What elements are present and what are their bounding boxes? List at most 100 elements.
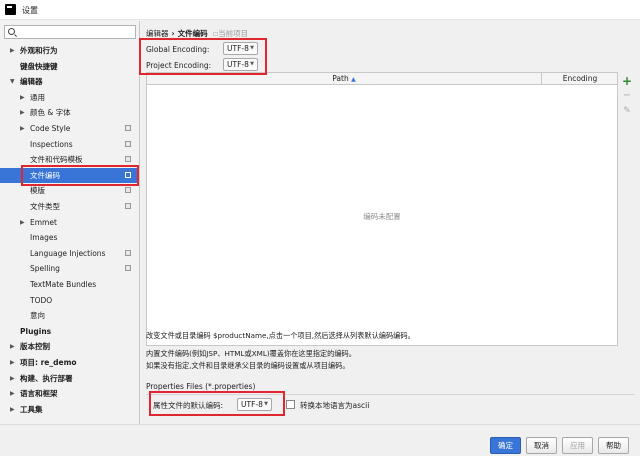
- sidebar-item[interactable]: Spelling: [0, 261, 139, 276]
- chevron-right-icon[interactable]: ▶: [10, 402, 15, 417]
- sidebar-item[interactable]: 文件类型: [0, 199, 139, 214]
- ok-button[interactable]: 确定: [490, 437, 521, 454]
- dialog-button-bar: 确定 取消 应用 帮助: [0, 424, 640, 456]
- main-panel: 编辑器 › 文件编码 ▫当前项目 Global Encoding: UTF-8 ▼ …: [141, 21, 640, 424]
- chevron-down-icon: ▼: [264, 401, 268, 407]
- chevron-right-icon[interactable]: ▶: [20, 121, 25, 136]
- global-encoding-row: Global Encoding: UTF-8 ▼: [146, 42, 276, 56]
- ascii-conversion-label[interactable]: 转换本地语言为ascii: [300, 400, 369, 411]
- sidebar-item[interactable]: Inspections: [0, 137, 139, 152]
- sidebar-item-label: Images: [30, 233, 58, 243]
- app-icon: [5, 4, 16, 15]
- properties-encoding-dropdown[interactable]: UTF-8 ▼: [237, 398, 272, 411]
- description-line-3: 如果没有指定,文件和目录继承父目录的编码设置或从项目编码。: [146, 361, 350, 370]
- project-scope-icon: [125, 265, 131, 272]
- help-button[interactable]: 帮助: [598, 437, 629, 454]
- sidebar-item-label: TextMate Bundles: [30, 280, 97, 289]
- properties-default-encoding-label: 属性文件的默认编码:: [153, 401, 224, 410]
- sidebar-item[interactable]: ▶ 颜色 & 字体: [0, 105, 139, 120]
- sidebar-item[interactable]: ▶ 通用: [0, 90, 139, 105]
- chevron-right-icon[interactable]: ▶: [10, 339, 15, 354]
- sidebar-item[interactable]: ▶ Code Style: [0, 121, 139, 136]
- project-encoding-label: Project Encoding:: [146, 61, 212, 70]
- global-encoding-dropdown[interactable]: UTF-8 ▼: [223, 42, 258, 55]
- ascii-conversion-checkbox[interactable]: [286, 400, 295, 409]
- sidebar-item[interactable]: Language Injections: [0, 246, 139, 261]
- sidebar-item-label: Code Style: [30, 124, 71, 133]
- sidebar-item[interactable]: ▼ 编辑器: [0, 74, 139, 89]
- sidebar-item-label: 文件编码: [30, 170, 60, 180]
- chevron-down-icon: ▼: [250, 61, 254, 67]
- project-scope-icon: [125, 156, 131, 163]
- sidebar-item[interactable]: 模版: [0, 183, 139, 198]
- table-header: Path ▲ Encoding: [147, 73, 617, 85]
- breadcrumb-current: 文件编码: [177, 29, 208, 38]
- sidebar-item[interactable]: ▶ Emmet: [0, 215, 139, 230]
- sidebar-item[interactable]: ▶ 工具集: [0, 402, 139, 417]
- sidebar-item-label: 通用: [30, 92, 45, 102]
- sidebar-item-label: Emmet: [30, 217, 57, 227]
- sidebar-item[interactable]: TextMate Bundles: [0, 277, 139, 292]
- sidebar-item-label: 编辑器: [20, 77, 43, 87]
- sidebar-item[interactable]: ▶ 外观和行为: [0, 43, 139, 58]
- sidebar-item-label: 键盘快捷键: [20, 61, 58, 71]
- sidebar-item-label: Spelling: [30, 264, 60, 274]
- breadcrumb-parent[interactable]: 编辑器: [146, 29, 169, 38]
- sidebar-item[interactable]: 意向: [0, 308, 139, 323]
- project-encoding-row: Project Encoding: UTF-8 ▼: [146, 58, 276, 72]
- chevron-down-icon: ▼: [250, 45, 254, 51]
- sidebar-item[interactable]: 键盘快捷键: [0, 59, 139, 74]
- apply-button[interactable]: 应用: [562, 437, 593, 454]
- chevron-right-icon[interactable]: ▶: [10, 355, 15, 370]
- description-line-2: 内置文件编码(例如JSP、HTML或XML)覆盖你在这里指定的编码。: [146, 349, 356, 358]
- sidebar-item[interactable]: ▶ 版本控制: [0, 339, 139, 354]
- settings-search-input[interactable]: [4, 25, 136, 39]
- sidebar-item-label: Language Injections: [30, 248, 106, 258]
- project-scope-icon: [125, 171, 131, 178]
- properties-section-title: Properties Files (*.properties): [146, 382, 256, 391]
- project-encoding-dropdown[interactable]: UTF-8 ▼: [223, 58, 258, 71]
- remove-icon[interactable]: −: [621, 90, 633, 102]
- chevron-right-icon[interactable]: ▶: [10, 371, 15, 386]
- add-icon[interactable]: +: [621, 75, 633, 87]
- sidebar-item[interactable]: TODO: [0, 293, 139, 308]
- sidebar-item[interactable]: ▶ 构建、执行部署: [0, 371, 139, 386]
- sidebar-item-label: 颜色 & 字体: [30, 108, 71, 118]
- global-encoding-value: UTF-8: [227, 44, 249, 53]
- title-bar: 设置: [0, 0, 640, 20]
- project-scope-icon: [125, 249, 131, 256]
- project-encoding-value: UTF-8: [227, 60, 249, 69]
- chevron-right-icon[interactable]: ▶: [10, 43, 15, 58]
- global-encoding-label: Global Encoding:: [146, 45, 210, 54]
- chevron-down-icon[interactable]: ▼: [10, 74, 15, 89]
- sidebar-item-label: 文件和代码模板: [30, 155, 83, 165]
- breadcrumb-separator: ›: [171, 29, 175, 38]
- encoding-table[interactable]: Path ▲ Encoding 编码未配置: [146, 72, 618, 346]
- sidebar-item[interactable]: 文件和代码模板: [0, 152, 139, 167]
- sidebar-item-label: 模版: [30, 186, 45, 196]
- path-column-header[interactable]: Path ▲: [147, 73, 542, 85]
- encoding-column-header[interactable]: Encoding: [543, 73, 617, 85]
- chevron-right-icon[interactable]: ▶: [10, 386, 15, 401]
- window-title: 设置: [22, 6, 38, 15]
- sidebar-item[interactable]: 文件编码: [0, 167, 139, 183]
- cancel-button[interactable]: 取消: [526, 437, 557, 454]
- sidebar-item[interactable]: Images: [0, 230, 139, 245]
- chevron-right-icon[interactable]: ▶: [20, 90, 25, 105]
- empty-table-text: 编码未配置: [363, 212, 401, 221]
- sidebar-item-label: 构建、执行部署: [20, 373, 73, 383]
- sidebar-item[interactable]: Plugins: [0, 324, 139, 339]
- project-scope-label: 当前项目: [218, 29, 249, 38]
- chevron-right-icon[interactable]: ▶: [20, 105, 25, 120]
- sidebar-item-label: 外观和行为: [20, 46, 58, 55]
- sidebar-item-label: 意向: [30, 311, 45, 321]
- sidebar-item-label: Inspections: [30, 139, 73, 149]
- sidebar-item[interactable]: ▶ 项目: re_demo: [0, 355, 139, 370]
- sidebar-item[interactable]: ▶ 语言和框架: [0, 386, 139, 401]
- sidebar-item-label: 语言和框架: [20, 389, 58, 399]
- sidebar-item-label: Plugins: [20, 326, 52, 336]
- edit-icon[interactable]: ✎: [621, 105, 633, 117]
- chevron-right-icon[interactable]: ▶: [20, 215, 25, 230]
- project-scope-icon: [125, 203, 131, 209]
- project-scope-icon: [125, 125, 131, 131]
